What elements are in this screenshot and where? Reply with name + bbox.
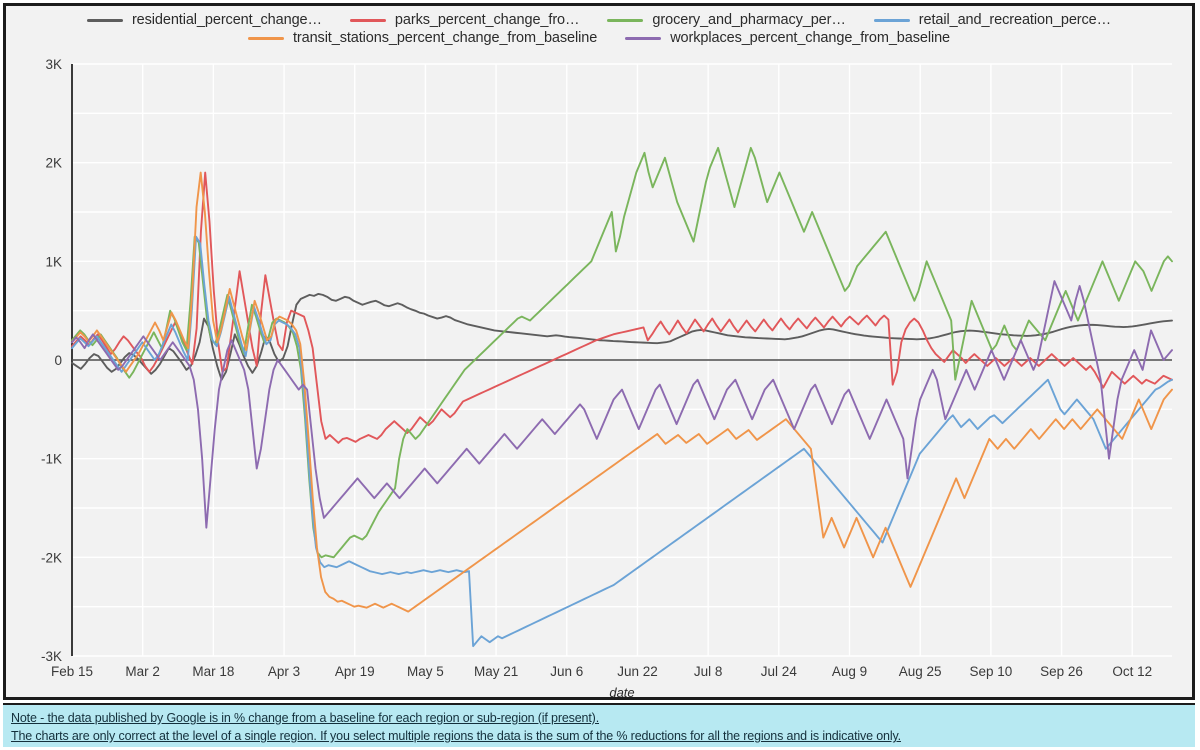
x-tick-label: Mar 2 (125, 664, 160, 679)
x-tick-label: Aug 9 (832, 664, 867, 679)
x-tick-label: Jul 8 (694, 664, 723, 679)
x-axis-tick-labels: Feb 15 Mar 2 Mar 18 Apr 3 Apr 19 May 5 May 21 J… (51, 664, 1152, 679)
gov-uk-mobility-chart-screen: residential_percent_change… parks_percen… (0, 0, 1200, 750)
y-tick-label: 3K (45, 57, 62, 72)
chart-card: residential_percent_change… parks_percen… (3, 3, 1195, 700)
x-tick-label: Feb 15 (51, 664, 93, 679)
x-axis-title: date (609, 685, 634, 697)
line-chart-plot[interactable]: 3K 2K 1K 0 -1K -2K -3K Feb 15 Mar 2 Mar 18 Apr 3 A… (6, 6, 1192, 697)
y-tick-label: -3K (41, 649, 62, 664)
x-tick-label: May 5 (407, 664, 444, 679)
y-tick-label: -2K (41, 550, 62, 565)
x-tick-label: May 21 (474, 664, 518, 679)
footnote-line-2: The charts are only correct at the level… (11, 729, 901, 743)
y-tick-label: 1K (45, 254, 62, 269)
x-tick-label: Apr 19 (335, 664, 375, 679)
y-tick-label: -1K (41, 452, 62, 467)
y-tick-label: 0 (54, 353, 62, 368)
x-tick-label: Mar 18 (192, 664, 234, 679)
x-tick-label: Jul 24 (761, 664, 798, 679)
y-axis-tick-labels: 3K 2K 1K 0 -1K -2K -3K (41, 57, 62, 664)
x-tick-label: Sep 10 (969, 664, 1012, 679)
x-tick-label: Aug 25 (899, 664, 942, 679)
x-tick-label: Jun 22 (617, 664, 658, 679)
footnote-banner: Note - the data published by Google is i… (3, 703, 1195, 747)
footnote-line-1: Note - the data published by Google is i… (11, 711, 600, 725)
y-tick-label: 2K (45, 156, 62, 171)
x-tick-label: Jun 6 (550, 664, 583, 679)
chart-inner: residential_percent_change… parks_percen… (6, 6, 1192, 697)
x-tick-label: Sep 26 (1040, 664, 1083, 679)
x-tick-label: Apr 3 (268, 664, 300, 679)
x-tick-label: Oct 12 (1112, 664, 1152, 679)
